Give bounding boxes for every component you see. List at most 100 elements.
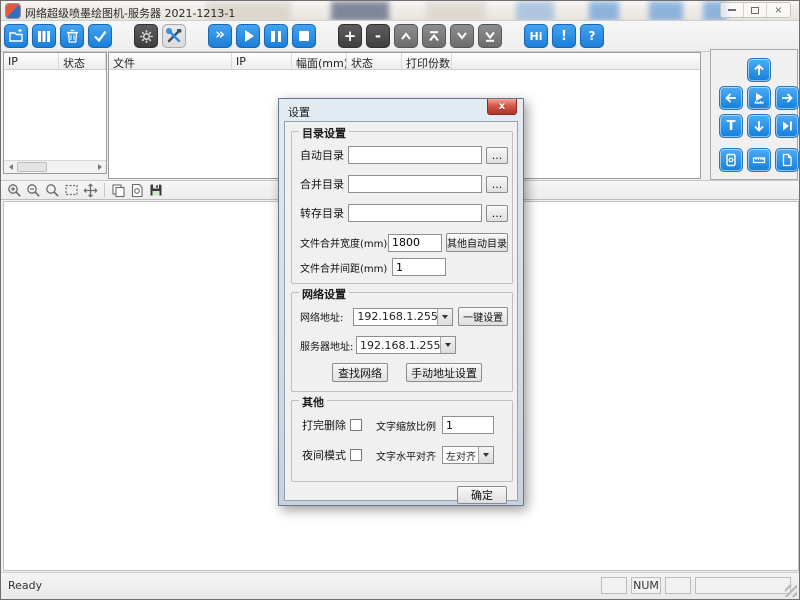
confirm-button[interactable] (88, 24, 112, 48)
move-bottom-button[interactable] (478, 24, 502, 48)
check-icon (93, 30, 107, 42)
close-button[interactable]: × (767, 3, 790, 17)
zoom-out-button[interactable] (24, 182, 42, 199)
status-panel-cap (601, 577, 627, 594)
column-header-copies[interactable]: 打印份数 (402, 53, 452, 69)
other-settings-group: 其他 打完删除 文字缩放比例 夜间模式 文字水平对齐 左对齐 (291, 400, 513, 482)
auto-dir-input[interactable] (348, 146, 482, 164)
store-dir-label: 转存目录 (300, 205, 348, 221)
save-button[interactable] (147, 182, 165, 199)
store-dir-browse-button[interactable]: ... (486, 205, 508, 222)
network-address-combo[interactable]: 192.168.1.255 (353, 308, 453, 326)
dialog-close-button[interactable]: x (487, 99, 517, 115)
merge-dir-label: 合并目录 (300, 176, 348, 192)
titlebar-blur-artifact (331, 1, 389, 21)
move-up-pad-button[interactable] (747, 58, 771, 82)
manual-address-button[interactable]: 手动地址设置 (406, 363, 482, 382)
trash-icon (66, 29, 79, 43)
settings-tools-button[interactable] (162, 24, 186, 48)
merge-dir-input[interactable] (348, 175, 482, 193)
copy-button[interactable] (109, 182, 127, 199)
delete-after-print-checkbox[interactable] (350, 419, 362, 431)
minimize-button[interactable] (721, 3, 744, 17)
move-right-pad-button[interactable] (775, 86, 799, 110)
status-panel-scrl (665, 577, 691, 594)
hi-button[interactable]: Hi (524, 24, 548, 48)
scroll-right-button[interactable] (93, 161, 106, 173)
fast-forward-button[interactable]: » (208, 24, 232, 48)
text-scale-input[interactable] (442, 416, 494, 434)
zoom-in-button[interactable] (5, 182, 23, 199)
job-list-header: 文件 IP 幅面(mm) 状态 打印份数 (109, 53, 700, 70)
pan-button[interactable] (81, 182, 99, 199)
increase-button[interactable]: + (338, 24, 362, 48)
merge-width-input[interactable] (388, 234, 442, 252)
delete-button[interactable] (60, 24, 84, 48)
stop-icon (299, 31, 309, 41)
dropdown-button[interactable] (478, 447, 493, 463)
move-down-button[interactable] (450, 24, 474, 48)
merge-gap-input[interactable] (392, 258, 446, 276)
merge-dir-browse-button[interactable]: ... (486, 176, 508, 193)
other-auto-dir-button[interactable]: 其他自动目录 (446, 233, 508, 252)
decrease-button[interactable]: - (366, 24, 390, 48)
one-key-setup-button[interactable]: 一键设置 (458, 307, 508, 326)
stop-button[interactable] (292, 24, 316, 48)
preview-play-button[interactable] (747, 86, 771, 110)
resize-grip[interactable] (785, 585, 797, 597)
server-address-combo[interactable]: 192.168.1.255 (356, 336, 456, 354)
hi-label: Hi (530, 31, 543, 42)
title-bar: 网络超级喷墨绘图机-服务器 2021-1213-1 × (1, 1, 799, 21)
find-network-button[interactable]: 查找网络 (332, 363, 388, 382)
text-align-value: 左对齐 (443, 448, 478, 463)
text-align-combo[interactable]: 左对齐 (442, 446, 494, 464)
scroll-left-button[interactable] (4, 161, 17, 173)
alert-button[interactable]: ! (552, 24, 576, 48)
pause-button[interactable] (264, 24, 288, 48)
page-pad-button[interactable] (775, 148, 799, 172)
zoom-icon (45, 183, 60, 198)
open-folder-icon (9, 29, 24, 43)
auto-dir-browse-button[interactable]: ... (486, 147, 508, 164)
device-pad-button[interactable] (719, 148, 743, 172)
arrow-up-icon (752, 63, 766, 77)
ok-button[interactable]: 确定 (457, 486, 507, 504)
dialog-close-icon: x (499, 101, 505, 112)
column-header-ip[interactable]: IP (4, 53, 59, 69)
skip-end-pad-button[interactable] (775, 114, 799, 138)
pause-icon (271, 31, 281, 42)
text-tool-icon: T (727, 119, 736, 134)
column-header-file[interactable]: 文件 (109, 53, 232, 69)
column-header-status[interactable]: 状态 (59, 53, 106, 69)
column-header-status[interactable]: 状态 (347, 53, 402, 69)
select-rect-icon (64, 183, 79, 197)
client-list-hscrollbar[interactable] (4, 160, 106, 173)
scrollbar-thumb[interactable] (17, 162, 47, 172)
settings-gear-button[interactable] (134, 24, 158, 48)
column-header-ip[interactable]: IP (232, 53, 292, 69)
column-view-button[interactable] (32, 24, 56, 48)
store-dir-input[interactable] (348, 204, 482, 222)
auto-dir-label: 自动目录 (300, 147, 348, 163)
night-mode-checkbox[interactable] (350, 449, 362, 461)
merge-width-label: 文件合并宽度(mm) (300, 235, 388, 250)
move-left-pad-button[interactable] (719, 86, 743, 110)
select-region-button[interactable] (62, 182, 80, 199)
maximize-button[interactable] (744, 3, 767, 17)
dropdown-button[interactable] (437, 309, 452, 325)
column-header-size[interactable]: 幅面(mm) (292, 53, 347, 69)
dropdown-button[interactable] (440, 337, 455, 353)
ruler-pad-button[interactable] (747, 148, 771, 172)
start-button[interactable] (236, 24, 260, 48)
print-preview-button[interactable] (128, 182, 146, 199)
ruler-icon (752, 153, 766, 167)
open-files-button[interactable] (4, 24, 28, 48)
help-button[interactable]: ? (580, 24, 604, 48)
move-up-button[interactable] (394, 24, 418, 48)
move-down-pad-button[interactable] (747, 114, 771, 138)
other-group-title: 其他 (299, 394, 327, 410)
move-top-button[interactable] (422, 24, 446, 48)
preview-icon (130, 183, 144, 198)
zoom-button[interactable] (43, 182, 61, 199)
text-pad-button[interactable]: T (719, 114, 743, 138)
